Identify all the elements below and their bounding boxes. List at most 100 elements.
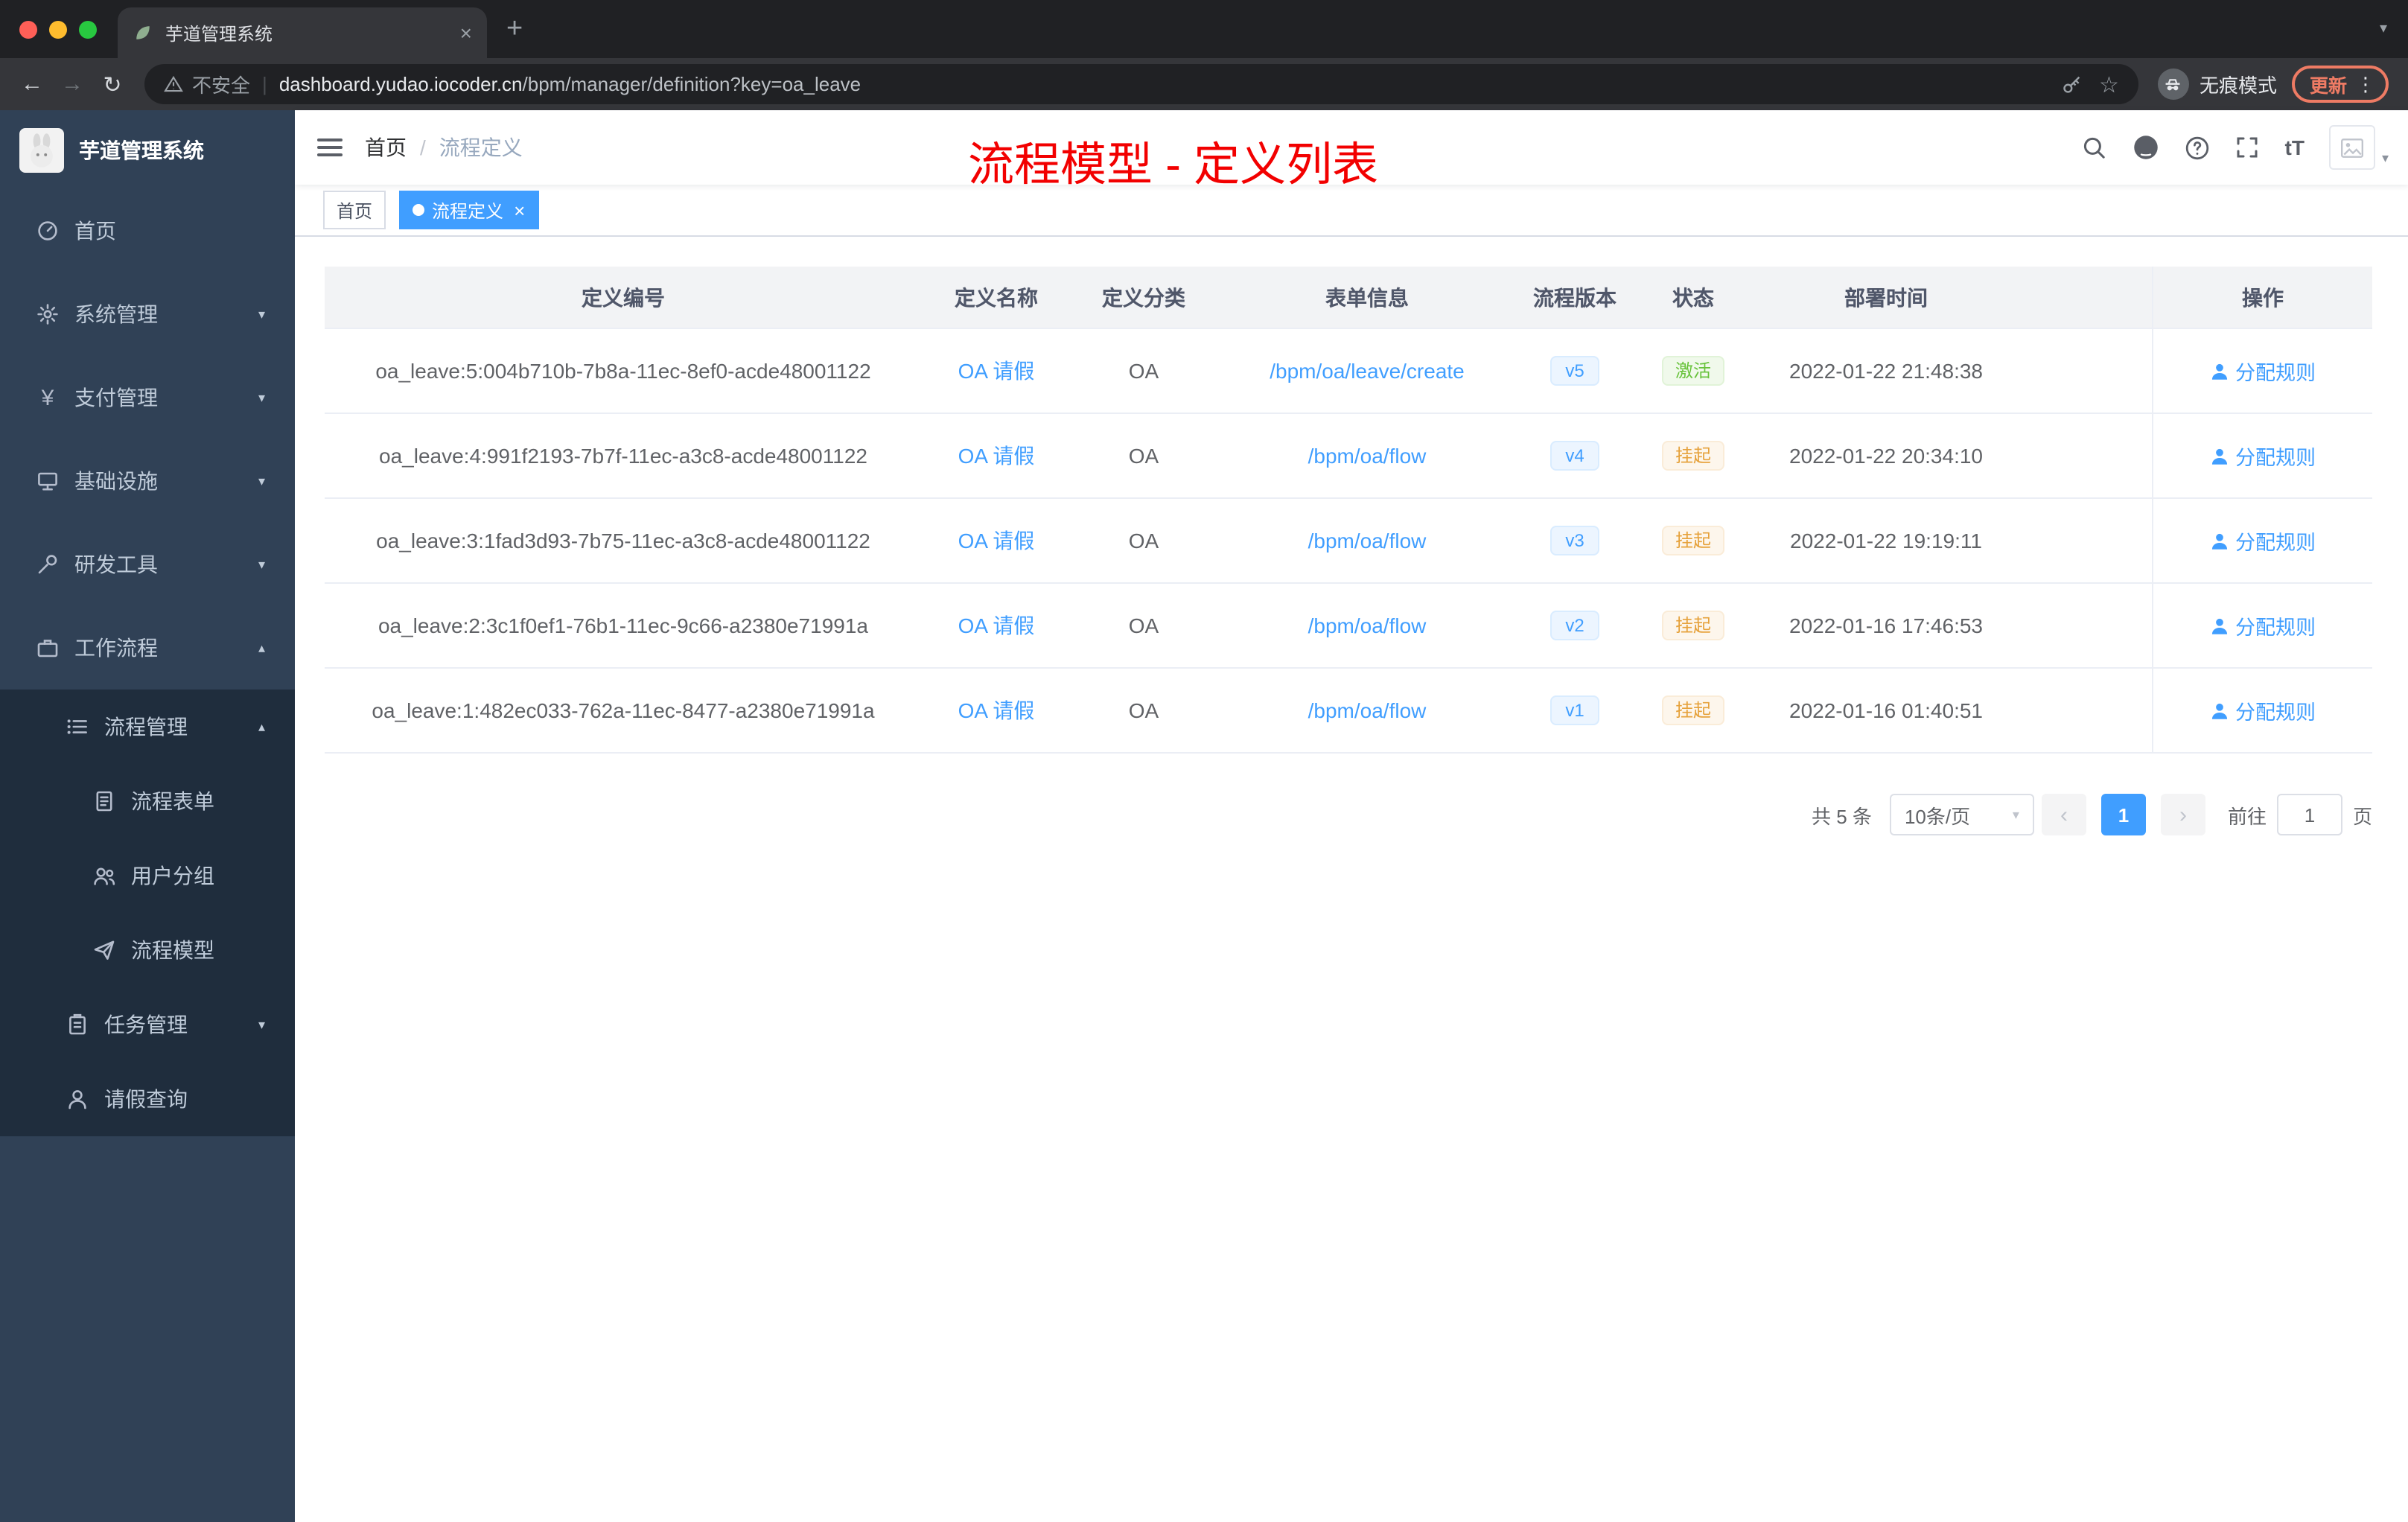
sidebar-item-payment[interactable]: ¥ 支付管理 ▾ xyxy=(0,356,295,439)
definition-name-link[interactable]: OA 请假 xyxy=(958,611,1035,640)
sidebar-item-infrastructure[interactable]: 基础设施 ▾ xyxy=(0,439,295,523)
definition-category: OA xyxy=(1128,529,1159,553)
column-header-category: 定义分类 xyxy=(1102,285,1185,309)
user-avatar[interactable] xyxy=(2329,125,2376,170)
sidebar-item-process-management[interactable]: 流程管理 ▴ xyxy=(0,690,295,764)
chevron-down-icon[interactable]: ▾ xyxy=(2382,150,2389,167)
hamburger-icon[interactable] xyxy=(295,138,365,156)
tag-close-icon[interactable]: × xyxy=(514,199,525,221)
close-window-button[interactable] xyxy=(19,20,37,38)
version-badge: v1 xyxy=(1550,695,1599,725)
omnibox-actions: ☆ xyxy=(2060,71,2119,98)
definition-category: OA xyxy=(1128,614,1159,637)
next-page-button[interactable]: › xyxy=(2160,794,2205,835)
definition-name-link[interactable]: OA 请假 xyxy=(958,695,1035,725)
status-badge: 挂起 xyxy=(1661,695,1724,725)
sidebar-item-task-management[interactable]: 任务管理 ▾ xyxy=(0,987,295,1062)
definition-id: oa_leave:4:991f2193-7b7f-11ec-a3c8-acde4… xyxy=(379,444,867,468)
chevron-down-icon: ▾ xyxy=(2012,806,2019,821)
definition-name-link[interactable]: OA 请假 xyxy=(958,356,1035,386)
window-controls xyxy=(0,20,118,38)
deploy-time: 2022-01-22 20:34:10 xyxy=(1789,444,1983,468)
sidebar-item-home[interactable]: 首页 xyxy=(0,189,295,273)
font-size-icon[interactable]: tT xyxy=(2285,136,2305,159)
assign-rule-label: 分配规则 xyxy=(2235,362,2316,384)
assign-rule-link[interactable]: 分配规则 xyxy=(2210,441,2316,471)
page-size-select[interactable]: 10条/页 ▾ xyxy=(1889,794,2034,835)
deploy-time: 2022-01-16 17:46:53 xyxy=(1789,614,1983,637)
zoom-window-button[interactable] xyxy=(79,20,97,38)
deploy-time: 2022-01-22 19:19:11 xyxy=(1790,529,1982,553)
tab-close-icon[interactable]: × xyxy=(460,21,472,45)
sidebar-item-label: 基础设施 xyxy=(74,469,158,493)
main-panel: 首页 / 流程定义 tT ▾ 首页 流程定义 × 定义编号 定义名称 定义分类 … xyxy=(295,110,2408,1522)
browser-tab[interactable]: 芋道管理系统 × xyxy=(118,7,487,58)
key-icon[interactable] xyxy=(2060,73,2083,95)
bookmark-star-icon[interactable]: ☆ xyxy=(2099,71,2119,98)
assign-rule-link[interactable]: 分配规则 xyxy=(2210,526,2316,555)
refresh-button[interactable]: ↻ xyxy=(92,71,133,98)
version-badge: v2 xyxy=(1550,611,1599,640)
breadcrumb: 首页 / 流程定义 xyxy=(365,133,523,162)
forward-button[interactable]: → xyxy=(52,71,92,97)
back-button[interactable]: ← xyxy=(12,71,52,97)
logo-row[interactable]: 芋道管理系统 xyxy=(0,110,295,189)
minimize-window-button[interactable] xyxy=(49,20,67,38)
screen: 芋道管理系统 × + ▾ ← → ↻ 不安全 | dashboard.yudao… xyxy=(0,0,2408,1522)
definition-id: oa_leave:2:3c1f0ef1-76b1-11ec-9c66-a2380… xyxy=(378,614,868,637)
goto-label: 前往 xyxy=(2227,805,2267,827)
definition-category: OA xyxy=(1128,444,1159,468)
incognito-badge[interactable]: 无痕模式 xyxy=(2157,69,2277,100)
form-link[interactable]: /bpm/oa/flow xyxy=(1308,614,1427,637)
document-icon xyxy=(86,789,122,813)
assign-rule-link[interactable]: 分配规则 xyxy=(2210,695,2316,725)
security-label[interactable]: 不安全 xyxy=(192,70,250,98)
status-badge: 挂起 xyxy=(1661,611,1724,640)
goto-page-input[interactable] xyxy=(2276,794,2342,835)
form-link[interactable]: /bpm/oa/flow xyxy=(1308,529,1427,553)
update-button[interactable]: 更新 ⋮ xyxy=(2291,66,2389,103)
table-row: oa_leave:4:991f2193-7b7f-11ec-a3c8-acde4… xyxy=(325,414,2372,499)
sidebar-item-process-model[interactable]: 流程模型 xyxy=(0,913,295,987)
search-icon[interactable] xyxy=(2083,135,2108,160)
form-link[interactable]: /bpm/oa/flow xyxy=(1308,444,1427,468)
column-header-status: 状态 xyxy=(1672,285,1714,309)
tab-strip-chevron-icon[interactable]: ▾ xyxy=(2380,21,2387,37)
tools-icon xyxy=(30,553,66,576)
address-bar[interactable]: 不安全 | dashboard.yudao.iocoder.cn/bpm/man… xyxy=(144,64,2138,104)
assign-rule-label: 分配规则 xyxy=(2235,447,2316,469)
monitor-icon xyxy=(30,469,66,493)
assign-rule-link[interactable]: 分配规则 xyxy=(2210,611,2316,640)
form-link[interactable]: /bpm/oa/flow xyxy=(1308,698,1427,722)
form-link[interactable]: /bpm/oa/leave/create xyxy=(1270,359,1465,383)
fullscreen-icon[interactable] xyxy=(2236,136,2260,159)
page-1-button[interactable]: 1 xyxy=(2100,794,2146,835)
assign-rule-link[interactable]: 分配规则 xyxy=(2210,356,2316,386)
browser-menu-icon[interactable]: ⋮ xyxy=(2356,72,2375,96)
help-icon[interactable] xyxy=(2185,135,2211,160)
column-header-time: 部署时间 xyxy=(1844,285,1928,309)
version-badge: v3 xyxy=(1550,526,1599,555)
sidebar-item-workflow[interactable]: 工作流程 ▴ xyxy=(0,606,295,690)
page-size-value: 10条/页 xyxy=(1904,805,1971,827)
prev-page-button[interactable]: ‹ xyxy=(2041,794,2086,835)
tag-process-definition[interactable]: 流程定义 × xyxy=(399,191,539,229)
definition-name-link[interactable]: OA 请假 xyxy=(958,526,1035,555)
breadcrumb-home[interactable]: 首页 xyxy=(365,133,407,162)
tab-title: 芋道管理系统 xyxy=(165,23,273,44)
pagination-total: 共 5 条 xyxy=(1812,805,1872,827)
sidebar-item-system[interactable]: 系统管理 ▾ xyxy=(0,273,295,356)
table-row: oa_leave:2:3c1f0ef1-76b1-11ec-9c66-a2380… xyxy=(325,584,2372,669)
user-menu[interactable]: ▾ xyxy=(2329,125,2389,170)
sidebar-item-process-form[interactable]: 流程表单 xyxy=(0,764,295,838)
new-tab-button[interactable]: + xyxy=(506,13,523,45)
sidebar-item-leave-query[interactable]: 请假查询 xyxy=(0,1062,295,1136)
tag-home[interactable]: 首页 xyxy=(323,191,386,229)
github-icon[interactable] xyxy=(2133,134,2160,161)
definition-category: OA xyxy=(1128,359,1159,383)
definition-name-link[interactable]: OA 请假 xyxy=(958,441,1035,471)
dashboard-icon xyxy=(30,219,66,243)
page-unit-label: 页 xyxy=(2352,805,2372,827)
sidebar-item-user-group[interactable]: 用户分组 xyxy=(0,838,295,913)
sidebar-item-dev-tools[interactable]: 研发工具 ▾ xyxy=(0,523,295,606)
